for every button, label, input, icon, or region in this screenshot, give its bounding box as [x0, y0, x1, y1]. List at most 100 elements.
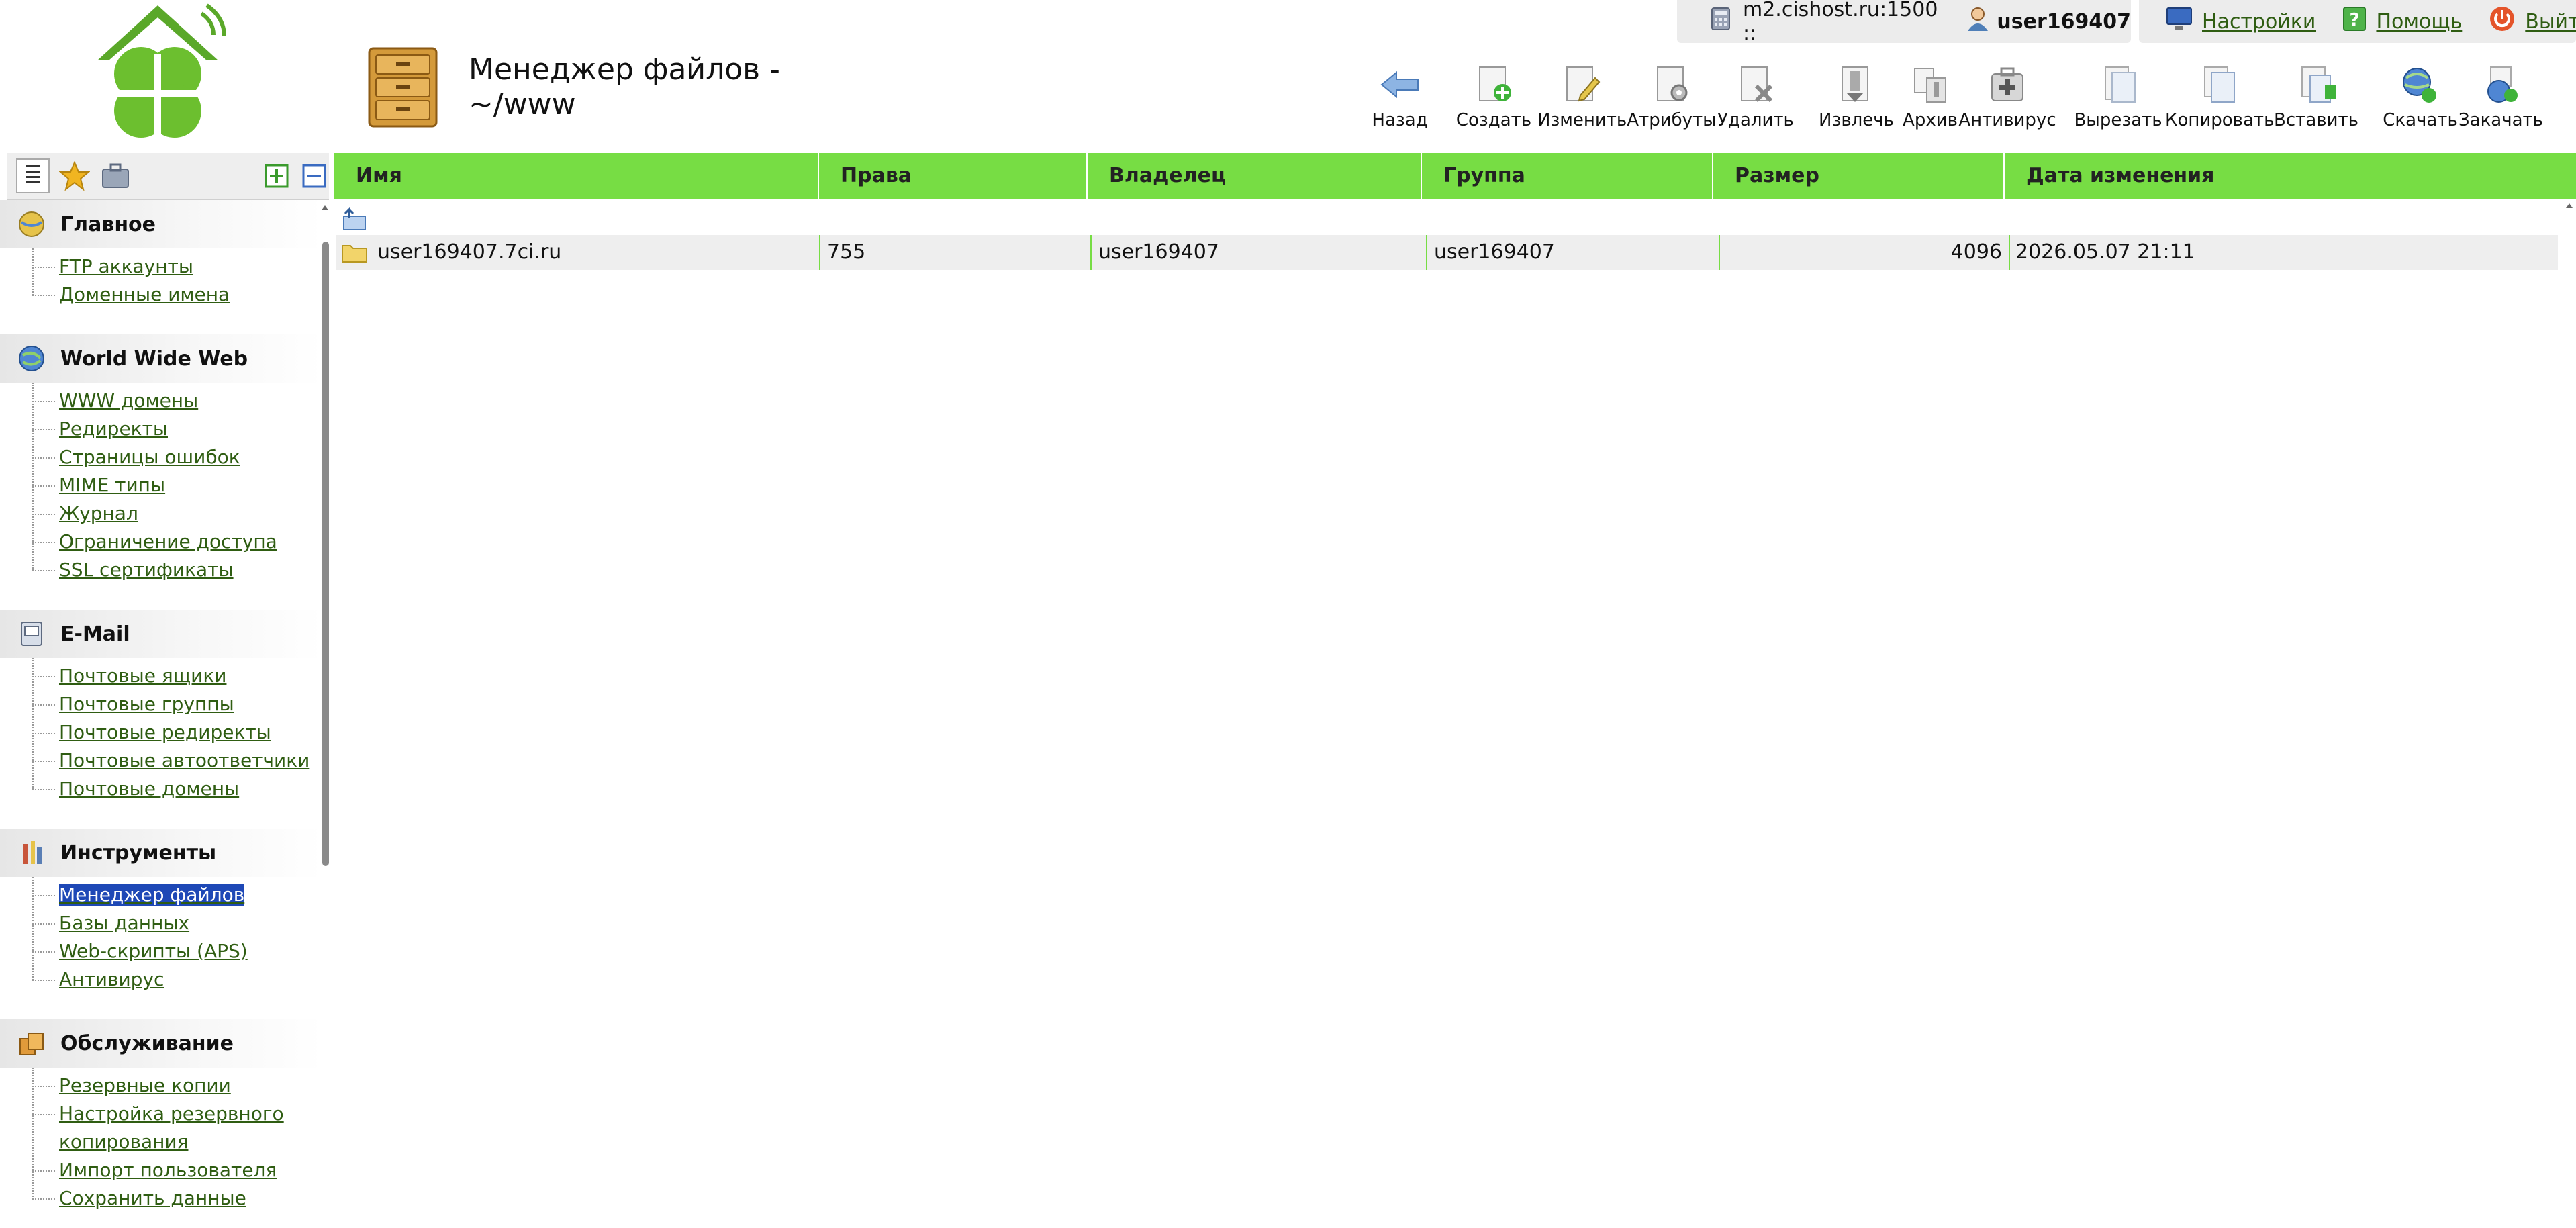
column-header-label: Права [841, 164, 912, 187]
settings-link[interactable]: Настройки [2166, 7, 2316, 36]
sidebar-item-label: SSL сертификаты [59, 559, 234, 581]
maintenance-icon [19, 1033, 44, 1055]
monitor-settings-icon [2166, 7, 2193, 36]
sidebar-item-label: Журнал [59, 502, 138, 524]
sidebar-item-backups[interactable]: Резервные копии [32, 1072, 322, 1100]
sidebar-item-antivirus[interactable]: Антивирус [32, 965, 322, 994]
edit-button[interactable]: Изменить [1537, 64, 1627, 132]
paste-button[interactable]: Вставить [2273, 64, 2360, 132]
sidebar-item-label: FTP аккаунты [59, 255, 193, 277]
sidebar-item-mailboxes[interactable]: Почтовые ящики [32, 662, 322, 690]
column-header-group[interactable]: Группа [1422, 153, 1713, 199]
sidebar-item-mail-groups[interactable]: Почтовые группы [32, 690, 322, 718]
sidebar-section-www: World Wide Web WWW домены Редиректы Стра… [0, 334, 322, 584]
file-owner-cell: user169407 [1090, 235, 1426, 270]
upload-button-label: Закачать [2458, 110, 2543, 130]
logout-link[interactable]: Выйти [2489, 5, 2576, 38]
favorites-star-icon[interactable] [58, 160, 91, 193]
column-header-modified[interactable]: Дата изменения [2005, 153, 2576, 199]
back-button[interactable]: Назад [1363, 64, 1437, 132]
tree-view-icon[interactable] [16, 158, 50, 193]
sidebar-section-header[interactable]: E-Mail [0, 610, 322, 658]
scroll-up-icon[interactable] [321, 204, 329, 212]
sidebar-item-label: Базы данных [59, 912, 190, 934]
settings-link-label: Настройки [2202, 9, 2316, 34]
sidebar-item-error-pages[interactable]: Страницы ошибок [32, 443, 322, 471]
upload-button[interactable]: Закачать [2457, 64, 2544, 132]
sidebar-section-header[interactable]: World Wide Web [0, 334, 322, 383]
table-row[interactable]: user169407.7ci.ru 755 user169407 user169… [336, 235, 2558, 270]
sidebar-item-www-domains[interactable]: WWW домены [32, 387, 322, 415]
sidebar-item-log[interactable]: Журнал [32, 500, 322, 528]
current-user: user169407 [1997, 9, 2131, 34]
column-header-name[interactable]: Имя [334, 153, 819, 199]
column-header-size[interactable]: Размер [1713, 153, 2005, 199]
delete-button[interactable]: Удалить [1712, 64, 1799, 132]
sidebar-scrollbar[interactable] [321, 201, 329, 873]
briefcase-icon[interactable] [101, 162, 130, 192]
file-name-cell: user169407.7ci.ru [341, 235, 820, 270]
expand-all-icon[interactable] [265, 164, 289, 191]
sidebar-item-domain-names[interactable]: Доменные имена [32, 281, 322, 309]
sidebar-section-header[interactable]: Главное [0, 200, 322, 248]
user-icon [1966, 6, 1990, 37]
sidebar-section-items: WWW домены Редиректы Страницы ошибок MIM… [0, 383, 322, 584]
scroll-up-icon[interactable] [2565, 201, 2574, 211]
cut-button[interactable]: Вырезать [2071, 64, 2165, 132]
sidebar-section-header[interactable]: Инструменты [0, 829, 322, 877]
column-header-label: Группа [1443, 164, 1525, 187]
sidebar-item-label: Резервные копии [59, 1074, 231, 1096]
sidebar-item-access-restriction[interactable]: Ограничение доступа [32, 528, 322, 556]
sidebar-section-maintenance: Обслуживание Резервные копии Настройка р… [0, 1019, 322, 1213]
sidebar-item-mail-redirects[interactable]: Почтовые редиректы [32, 718, 322, 747]
archive-button[interactable]: Архив [1893, 64, 1967, 132]
sidebar-section-items: Менеджер файлов Базы данных Web-скрипты … [0, 877, 322, 994]
tools-icon [23, 841, 42, 864]
sidebar-item-import-user[interactable]: Импорт пользователя [32, 1156, 322, 1184]
column-header-label: Имя [356, 164, 402, 187]
collapse-all-icon[interactable] [302, 164, 326, 191]
edit-button-label: Изменить [1537, 110, 1627, 130]
sidebar-item-mail-domains[interactable]: Почтовые домены [32, 775, 322, 803]
download-button[interactable]: Скачать [2377, 64, 2464, 132]
sidebar-scrollbar-thumb[interactable] [322, 242, 329, 866]
antivirus-button-label: Антивирус [1958, 110, 2056, 130]
create-file-icon [1479, 66, 1511, 101]
help-link[interactable]: ? Помощь [2342, 6, 2462, 37]
sidebar-item-label: Почтовые группы [59, 693, 234, 715]
sidebar-item-file-manager[interactable]: Менеджер файлов [32, 881, 322, 909]
antivirus-button[interactable]: Антивирус [1957, 64, 2058, 132]
help-link-label: Помощь [2376, 9, 2463, 34]
sidebar-item-mime-types[interactable]: MIME типы [32, 471, 322, 500]
parent-directory-icon[interactable] [341, 205, 368, 232]
page-title: Менеджер файлов - ~/www [469, 52, 780, 122]
sidebar-item-ftp-accounts[interactable]: FTP аккаунты [32, 252, 322, 281]
extract-button[interactable]: Извлечь [1813, 64, 1900, 132]
sidebar-item-databases[interactable]: Базы данных [32, 909, 322, 937]
sidebar-item-ssl-certificates[interactable]: SSL сертификаты [32, 556, 322, 584]
sidebar-item-mail-autoresponders[interactable]: Почтовые автоответчики [32, 747, 322, 775]
sidebar-section-items: Почтовые ящики Почтовые группы Почтовые … [0, 658, 322, 803]
sidebar-section-title: Обслуживание [60, 1031, 234, 1055]
sidebar-item-save-data[interactable]: Сохранить данные [32, 1184, 322, 1213]
create-button[interactable]: Создать [1450, 64, 1537, 132]
sidebar-item-web-scripts[interactable]: Web-скрипты (APS) [32, 937, 322, 965]
logout-link-label: Выйти [2525, 9, 2576, 34]
sidebar-section-header[interactable]: Обслуживание [0, 1019, 322, 1068]
attributes-button[interactable]: Атрибуты [1625, 64, 1719, 132]
sidebar-section-title: Инструменты [60, 841, 217, 865]
copy-button[interactable]: Копировать [2165, 64, 2274, 132]
svg-text:?: ? [2350, 10, 2360, 30]
help-icon: ? [2342, 6, 2367, 37]
file-list-scrollbar[interactable] [2563, 199, 2576, 1228]
column-header-owner[interactable]: Владелец [1088, 153, 1422, 199]
delete-button-label: Удалить [1717, 110, 1794, 130]
globe-icon [19, 346, 44, 371]
sidebar-item-label: Антивирус [59, 968, 164, 990]
extract-icon [1842, 66, 1868, 102]
sidebar-item-backup-settings[interactable]: Настройка резервного копирования [32, 1100, 287, 1156]
sidebar-item-redirects[interactable]: Редиректы [32, 415, 322, 443]
column-header-rights[interactable]: Права [819, 153, 1088, 199]
sidebar-item-label: Почтовые редиректы [59, 721, 271, 743]
sidebar-section-title: E-Mail [60, 622, 130, 646]
